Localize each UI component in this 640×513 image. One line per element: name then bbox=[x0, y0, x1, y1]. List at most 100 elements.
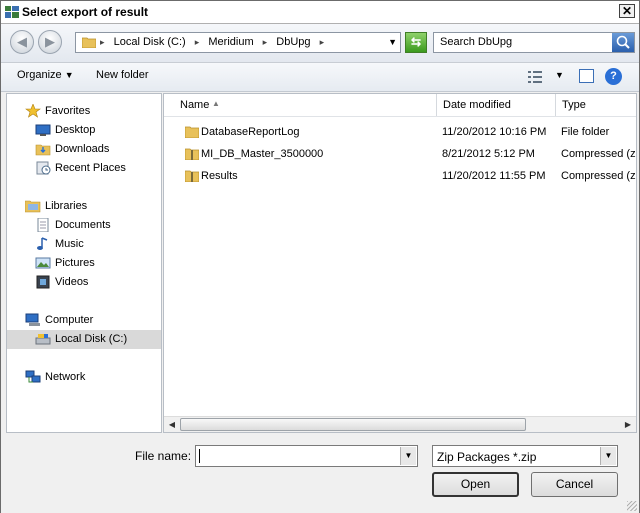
new-folder-button[interactable]: New folder bbox=[96, 69, 149, 81]
nav-local-disk[interactable]: Local Disk (C:) bbox=[7, 330, 161, 349]
breadcrumb-separator-icon[interactable]: ▸ bbox=[263, 37, 268, 47]
file-type-value: Zip Packages *.zip bbox=[437, 450, 537, 464]
nav-favorites[interactable]: Favorites bbox=[7, 102, 161, 121]
organize-menu[interactable]: Organize ▼ bbox=[17, 69, 74, 81]
column-label: Date modified bbox=[443, 99, 511, 111]
scrollbar-thumb[interactable] bbox=[180, 418, 526, 431]
nav-label: Local Disk (C:) bbox=[55, 333, 128, 345]
open-button[interactable]: Open bbox=[432, 472, 519, 497]
nav-computer[interactable]: Computer bbox=[7, 311, 161, 330]
column-header-date[interactable]: Date modified bbox=[437, 94, 556, 116]
breadcrumb-separator-icon[interactable]: ▸ bbox=[195, 37, 200, 47]
resize-grip-icon[interactable] bbox=[627, 501, 637, 511]
nav-label: Network bbox=[45, 371, 86, 383]
nav-music[interactable]: Music bbox=[7, 235, 161, 254]
breadcrumb-dbupg[interactable]: DbUpg bbox=[276, 36, 310, 48]
address-bar-area: ◀ ▶ ▸ Local Disk (C:) ▸ Meridium ▸ DbUpg… bbox=[1, 24, 639, 63]
nav-network[interactable]: Network bbox=[7, 368, 161, 387]
nav-pictures[interactable]: Pictures bbox=[7, 254, 161, 273]
column-label: Type bbox=[562, 99, 586, 111]
help-icon[interactable]: ? bbox=[605, 68, 622, 85]
desktop-icon bbox=[35, 124, 51, 136]
title-bar[interactable]: Select export of result ✕ bbox=[1, 1, 639, 24]
nav-label: Documents bbox=[55, 219, 111, 231]
nav-documents[interactable]: Documents bbox=[7, 216, 161, 235]
file-date: 11/20/2012 10:16 PM bbox=[442, 126, 547, 138]
column-header-name[interactable]: Name ▲ bbox=[164, 94, 437, 116]
search-input[interactable]: Search DbUpg bbox=[440, 36, 512, 48]
preview-pane-icon[interactable] bbox=[579, 69, 594, 83]
recent-places-icon bbox=[36, 161, 51, 175]
file-row[interactable]: Results 11/20/2012 11:55 PM Compressed (… bbox=[164, 165, 636, 187]
nav-recent-places[interactable]: Recent Places bbox=[7, 159, 161, 178]
nav-videos[interactable]: Videos bbox=[7, 273, 161, 292]
nav-label: Computer bbox=[45, 314, 94, 326]
command-toolbar: Organize ▼ New folder ▼ ? bbox=[1, 63, 639, 92]
star-icon bbox=[25, 104, 41, 118]
file-name: DatabaseReportLog bbox=[201, 126, 300, 138]
libraries-icon bbox=[25, 200, 41, 213]
nav-label: Desktop bbox=[55, 124, 96, 136]
address-bar[interactable]: ▸ Local Disk (C:) ▸ Meridium ▸ DbUpg ▸ ▼ bbox=[75, 32, 401, 53]
nav-label: Downloads bbox=[55, 143, 110, 155]
nav-libraries[interactable]: Libraries bbox=[7, 197, 161, 216]
view-options-icon[interactable] bbox=[528, 69, 558, 85]
cancel-button[interactable]: Cancel bbox=[531, 472, 618, 497]
file-name-label: File name: bbox=[135, 449, 192, 463]
file-list: Name ▲ Date modified Type DatabaseReport… bbox=[163, 93, 637, 433]
dialog-window: Select export of result ✕ ◀ ▶ ▸ Local Di… bbox=[0, 0, 640, 513]
search-icon bbox=[616, 35, 630, 49]
file-row[interactable]: DatabaseReportLog 11/20/2012 10:16 PM Fi… bbox=[164, 121, 636, 143]
file-type-dropdown-icon[interactable]: ▼ bbox=[600, 447, 616, 465]
view-dropdown-icon[interactable]: ▼ bbox=[555, 70, 564, 80]
chevron-down-icon: ▼ bbox=[64, 70, 74, 80]
local-disk-icon bbox=[35, 334, 51, 345]
refresh-icon: ⇆ bbox=[410, 35, 422, 49]
folder-icon bbox=[185, 126, 199, 138]
network-icon bbox=[25, 370, 41, 383]
music-icon bbox=[37, 237, 48, 250]
file-name: MI_DB_Master_3500000 bbox=[201, 148, 324, 160]
column-label: Name bbox=[180, 99, 210, 111]
back-arrow-icon: ◀ bbox=[17, 34, 27, 49]
file-name: Results bbox=[201, 170, 238, 182]
computer-icon bbox=[25, 313, 40, 326]
downloads-icon bbox=[35, 144, 51, 156]
forward-arrow-icon: ▶ bbox=[45, 34, 55, 49]
file-row[interactable]: MI_DB_Master_3500000 8/21/2012 5:12 PM C… bbox=[164, 143, 637, 165]
scroll-left-icon[interactable]: ◀ bbox=[164, 417, 180, 432]
back-button[interactable]: ◀ bbox=[10, 30, 34, 54]
breadcrumb-meridium[interactable]: Meridium bbox=[208, 36, 253, 48]
search-box[interactable]: Search DbUpg bbox=[433, 32, 635, 53]
file-name-input[interactable]: ▼ bbox=[195, 445, 418, 467]
column-header-type[interactable]: Type bbox=[556, 94, 636, 116]
file-name-dropdown-icon[interactable]: ▼ bbox=[400, 447, 416, 465]
forward-button[interactable]: ▶ bbox=[38, 30, 62, 54]
dialog-footer: File name: ▼ Zip Packages *.zip ▼ Open C… bbox=[1, 433, 639, 513]
file-type-select[interactable]: Zip Packages *.zip ▼ bbox=[432, 445, 618, 467]
search-button[interactable] bbox=[612, 33, 634, 52]
nav-downloads[interactable]: Downloads bbox=[7, 140, 161, 159]
breadcrumb-separator-icon[interactable]: ▸ bbox=[320, 37, 325, 47]
file-type: File folder bbox=[561, 126, 610, 138]
scroll-right-icon[interactable]: ▶ bbox=[620, 417, 636, 432]
videos-icon bbox=[36, 275, 50, 289]
documents-icon bbox=[37, 218, 49, 232]
zip-folder-icon bbox=[185, 170, 199, 182]
refresh-button[interactable]: ⇆ bbox=[405, 32, 427, 53]
app-icon bbox=[5, 6, 19, 18]
nav-label: Videos bbox=[55, 276, 89, 288]
horizontal-scrollbar[interactable]: ◀ ▶ bbox=[164, 416, 636, 432]
close-button[interactable]: ✕ bbox=[619, 4, 635, 18]
breadcrumb-separator-icon[interactable]: ▸ bbox=[100, 37, 105, 47]
zip-folder-icon bbox=[185, 148, 199, 160]
window-title: Select export of result bbox=[22, 5, 149, 19]
file-type: Compressed (zip bbox=[561, 148, 637, 160]
address-dropdown-icon[interactable]: ▼ bbox=[388, 37, 397, 47]
nav-desktop[interactable]: Desktop bbox=[7, 121, 161, 140]
header-divider bbox=[164, 116, 636, 117]
sort-ascending-icon: ▲ bbox=[212, 99, 220, 108]
folder-icon bbox=[82, 37, 96, 48]
breadcrumb-local-disk[interactable]: Local Disk (C:) bbox=[114, 36, 186, 48]
navigation-pane: Favorites Desktop Downloads Recent Place… bbox=[6, 93, 162, 433]
